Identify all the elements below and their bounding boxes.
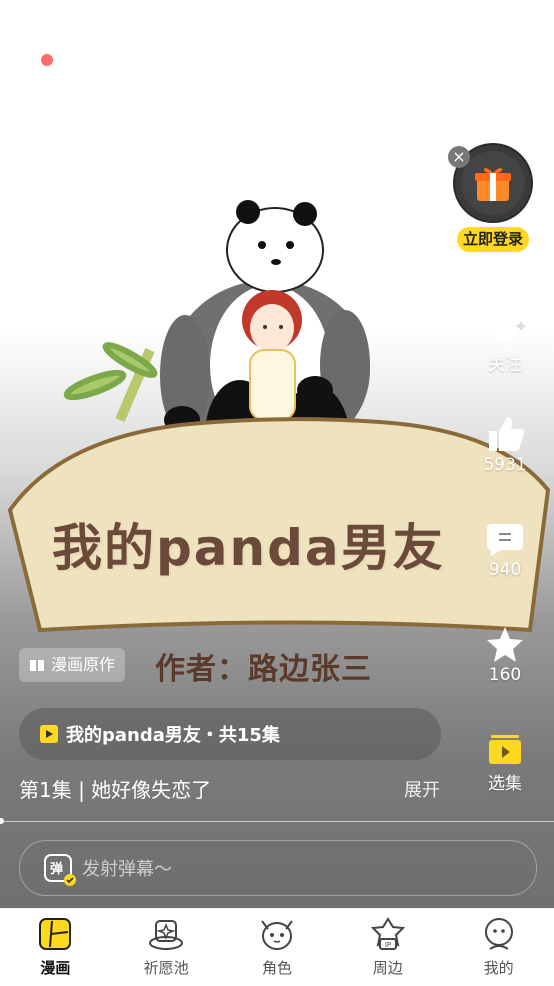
cover-illustration [7, 200, 551, 633]
comic-icon [39, 918, 72, 950]
comment-count: 940 [488, 560, 522, 580]
like-button[interactable]: 5931 [475, 415, 535, 475]
character-icon [261, 920, 293, 950]
series-label: 我的panda男友・共15集 [66, 725, 280, 746]
progress-bar[interactable] [0, 821, 554, 822]
gift-icon [461, 151, 525, 215]
follow-button[interactable]: 关注 [475, 310, 535, 375]
tab-label: 周边 [372, 959, 403, 977]
cover-author: 作者：路边张三 [155, 652, 372, 687]
thumbs-up-icon [489, 417, 525, 451]
video-player[interactable]: 我的panda男友 作者：路边张三 × 立即登录 关注 5931 940 160… [0, 0, 554, 908]
like-count: 5931 [483, 455, 527, 475]
favorite-button[interactable]: 160 [475, 625, 535, 685]
tab-label: 我的 [483, 959, 514, 977]
tab-wish-pool[interactable]: 祈愿池 [121, 909, 211, 978]
tab-merch[interactable]: IP 周边 [343, 909, 433, 978]
comment-button[interactable]: 940 [475, 520, 535, 580]
comment-icon [487, 524, 523, 556]
progress-handle[interactable] [0, 818, 4, 824]
follow-label: 关注 [488, 355, 522, 375]
merch-ip-icon: IP [370, 917, 405, 950]
wish-pool-icon [149, 920, 184, 950]
bamboo-decoration [63, 342, 158, 422]
series-selector[interactable]: 我的panda男友・共15集 [19, 708, 441, 760]
book-icon [30, 660, 44, 671]
profile-icon [484, 918, 513, 950]
recording-indicator [41, 54, 53, 66]
login-button[interactable]: 立即登录 [457, 227, 529, 252]
original-badge-label: 漫画原作 [51, 655, 116, 674]
tab-label: 漫画 [40, 959, 71, 977]
tab-comic[interactable]: 漫画 [10, 909, 100, 978]
tab-character[interactable]: 角色 [232, 909, 322, 978]
episodes-label: 选集 [488, 774, 522, 794]
tab-profile[interactable]: 我的 [454, 909, 544, 978]
tab-label: 祈愿池 [143, 959, 189, 977]
play-square-icon [40, 725, 58, 743]
danmaku-toggle-icon[interactable]: 弹 [44, 854, 76, 886]
cover-banner-title: 我的panda男友 [52, 519, 445, 577]
bottom-tab-bar: 漫画 祈愿池 角色 IP 周边 我的 [0, 908, 554, 986]
episodes-button[interactable]: 选集 [475, 733, 535, 794]
svg-text:IP: IP [385, 941, 391, 949]
star-icon [487, 627, 523, 662]
episode-list-icon [489, 735, 521, 764]
danmaku-input[interactable]: 弹 发射弹幕～ [19, 840, 537, 896]
favorite-count: 160 [488, 665, 522, 685]
episode-title: 第1集 | 她好像失恋了 [19, 778, 212, 802]
danmaku-placeholder: 发射弹幕～ [82, 859, 172, 880]
close-gift-icon[interactable]: × [448, 146, 470, 168]
heart-plus-icon [488, 314, 525, 344]
tab-label: 角色 [261, 959, 292, 977]
original-comic-badge[interactable]: 漫画原作 [19, 648, 126, 682]
expand-button[interactable]: 展开 [404, 776, 440, 802]
